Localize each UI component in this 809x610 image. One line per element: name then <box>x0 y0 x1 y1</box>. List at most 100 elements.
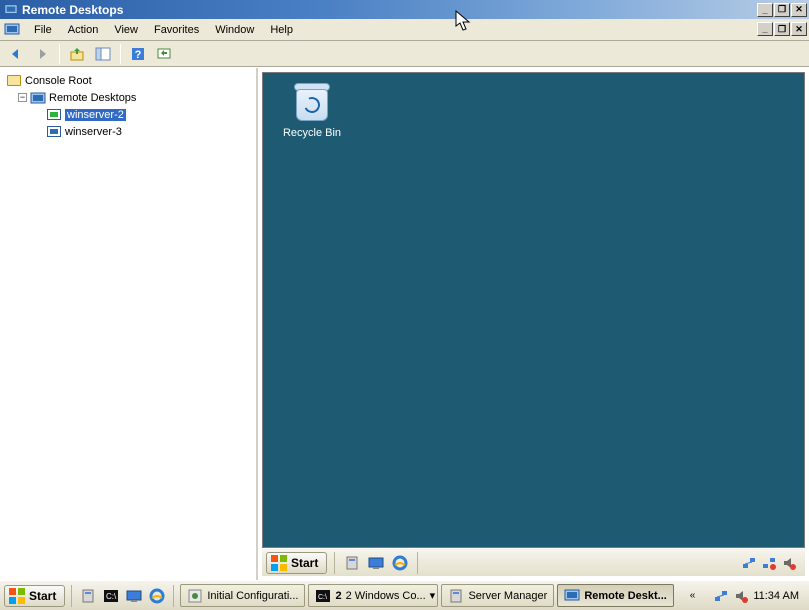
folder-icon <box>6 74 22 88</box>
desktop-icon <box>126 588 142 604</box>
monitor-icon <box>46 125 62 139</box>
recycle-bin-icon <box>290 79 334 123</box>
remote-start-button[interactable]: Start <box>266 552 327 574</box>
network-icon[interactable] <box>741 555 757 571</box>
network-icon[interactable] <box>761 555 777 571</box>
task-label: Server Manager <box>468 590 547 602</box>
quicklaunch-cmd[interactable]: C:\ <box>101 586 121 606</box>
desktop-icon <box>368 555 384 571</box>
tree-node-server[interactable]: winserver-3 <box>2 123 254 140</box>
task-count: 2 <box>335 590 341 602</box>
task-label: Remote Deskt... <box>584 590 667 602</box>
quicklaunch-ie[interactable] <box>390 553 410 573</box>
forward-arrow-icon <box>34 46 50 62</box>
volume-icon[interactable] <box>781 555 797 571</box>
svg-text:?: ? <box>135 49 142 61</box>
mdi-window-controls: _ ❐ ✕ <box>756 22 807 36</box>
taskbar-item-windows-group[interactable]: C:\ 2 2 Windows Co... ▾ <box>308 584 438 607</box>
menu-file[interactable]: File <box>26 22 60 38</box>
menu-window[interactable]: Window <box>207 22 262 38</box>
server-icon <box>344 555 360 571</box>
host-start-button[interactable]: Start <box>4 585 65 607</box>
forward-button[interactable] <box>30 43 54 65</box>
internet-explorer-icon <box>392 555 408 571</box>
separator <box>334 552 335 574</box>
menu-help[interactable]: Help <box>262 22 301 38</box>
back-button[interactable] <box>4 43 28 65</box>
toolbar-separator <box>59 44 60 64</box>
monitor-icon <box>46 108 62 122</box>
start-label: Start <box>291 556 318 570</box>
svg-text:C:\: C:\ <box>106 592 117 601</box>
host-taskbar: Start C:\ Initial Configurati... C:\ 2 2… <box>0 580 809 610</box>
remote-desktop[interactable]: Recycle Bin <box>262 72 805 548</box>
menu-favorites[interactable]: Favorites <box>146 22 207 38</box>
remote-desktop-icon <box>564 588 580 604</box>
main-content: Console Root − Remote Desktops winserver… <box>0 67 809 580</box>
cmd-icon: C:\ <box>103 588 119 604</box>
app-icon <box>4 3 18 17</box>
tree-label: winserver-3 <box>65 126 122 138</box>
desktop-icon-recycle-bin[interactable]: Recycle Bin <box>277 79 347 139</box>
app-icon-small <box>4 22 20 38</box>
quicklaunch-server-manager[interactable] <box>342 553 362 573</box>
task-label: Initial Configurati... <box>207 590 298 602</box>
config-icon <box>187 588 203 604</box>
remote-taskbar: Start <box>262 548 805 576</box>
tree-node-server[interactable]: winserver-2 <box>2 106 254 123</box>
titlebar: Remote Desktops _ ❐ ✕ <box>0 0 809 19</box>
panes-icon <box>95 46 111 62</box>
help-button[interactable]: ? <box>126 43 150 65</box>
taskbar-item-server-manager[interactable]: Server Manager <box>441 584 554 607</box>
network-icon[interactable] <box>713 588 729 604</box>
chevron-down-icon: ▾ <box>430 589 436 602</box>
quicklaunch-ie[interactable] <box>147 586 167 606</box>
desktop-icon-label: Recycle Bin <box>277 127 347 139</box>
up-button[interactable] <box>65 43 89 65</box>
host-tray: 11:34 AM <box>703 584 805 607</box>
tree-label: Console Root <box>25 75 92 87</box>
quicklaunch-show-desktop[interactable] <box>366 553 386 573</box>
separator <box>173 585 174 607</box>
menu-action[interactable]: Action <box>60 22 107 38</box>
windows-logo-icon <box>271 555 287 571</box>
start-label: Start <box>29 589 56 603</box>
menu-view[interactable]: View <box>106 22 146 38</box>
server-icon <box>80 588 96 604</box>
tree-node-console-root[interactable]: Console Root <box>2 72 254 89</box>
connect-button[interactable] <box>152 43 176 65</box>
taskbar-item-initial-config[interactable]: Initial Configurati... <box>180 584 305 607</box>
maximize-button[interactable]: ❐ <box>774 3 790 17</box>
taskbar-item-remote-desktops[interactable]: Remote Deskt... <box>557 584 674 607</box>
toolbar-separator <box>120 44 121 64</box>
tree-pane[interactable]: Console Root − Remote Desktops winserver… <box>0 68 258 580</box>
show-hide-tree-button[interactable] <box>91 43 115 65</box>
close-button[interactable]: ✕ <box>791 3 807 17</box>
separator <box>417 552 418 574</box>
tree-label: Remote Desktops <box>49 92 136 104</box>
tree-node-remote-desktops[interactable]: − Remote Desktops <box>2 89 254 106</box>
connect-icon <box>156 46 172 62</box>
tree-label: winserver-2 <box>65 109 126 121</box>
quicklaunch-server-manager[interactable] <box>78 586 98 606</box>
separator <box>71 585 72 607</box>
collapse-icon[interactable]: − <box>18 93 27 102</box>
server-icon <box>448 588 464 604</box>
mdi-close-button[interactable]: ✕ <box>791 22 807 36</box>
internet-explorer-icon <box>149 588 165 604</box>
volume-icon[interactable] <box>733 588 749 604</box>
folder-up-icon <box>69 46 85 62</box>
remote-pane: Recycle Bin Start <box>258 68 809 580</box>
minimize-button[interactable]: _ <box>757 3 773 17</box>
windows-logo-icon <box>9 588 25 604</box>
remote-tray <box>741 555 801 571</box>
tray-overflow-icon[interactable]: « <box>690 590 696 601</box>
toolbar: ? <box>0 41 809 67</box>
window-title: Remote Desktops <box>22 3 756 17</box>
back-arrow-icon <box>8 46 24 62</box>
mdi-maximize-button[interactable]: ❐ <box>774 22 790 36</box>
quicklaunch-show-desktop[interactable] <box>124 586 144 606</box>
remote-desktops-icon <box>30 91 46 105</box>
clock[interactable]: 11:34 AM <box>753 590 799 602</box>
mdi-minimize-button[interactable]: _ <box>757 22 773 36</box>
